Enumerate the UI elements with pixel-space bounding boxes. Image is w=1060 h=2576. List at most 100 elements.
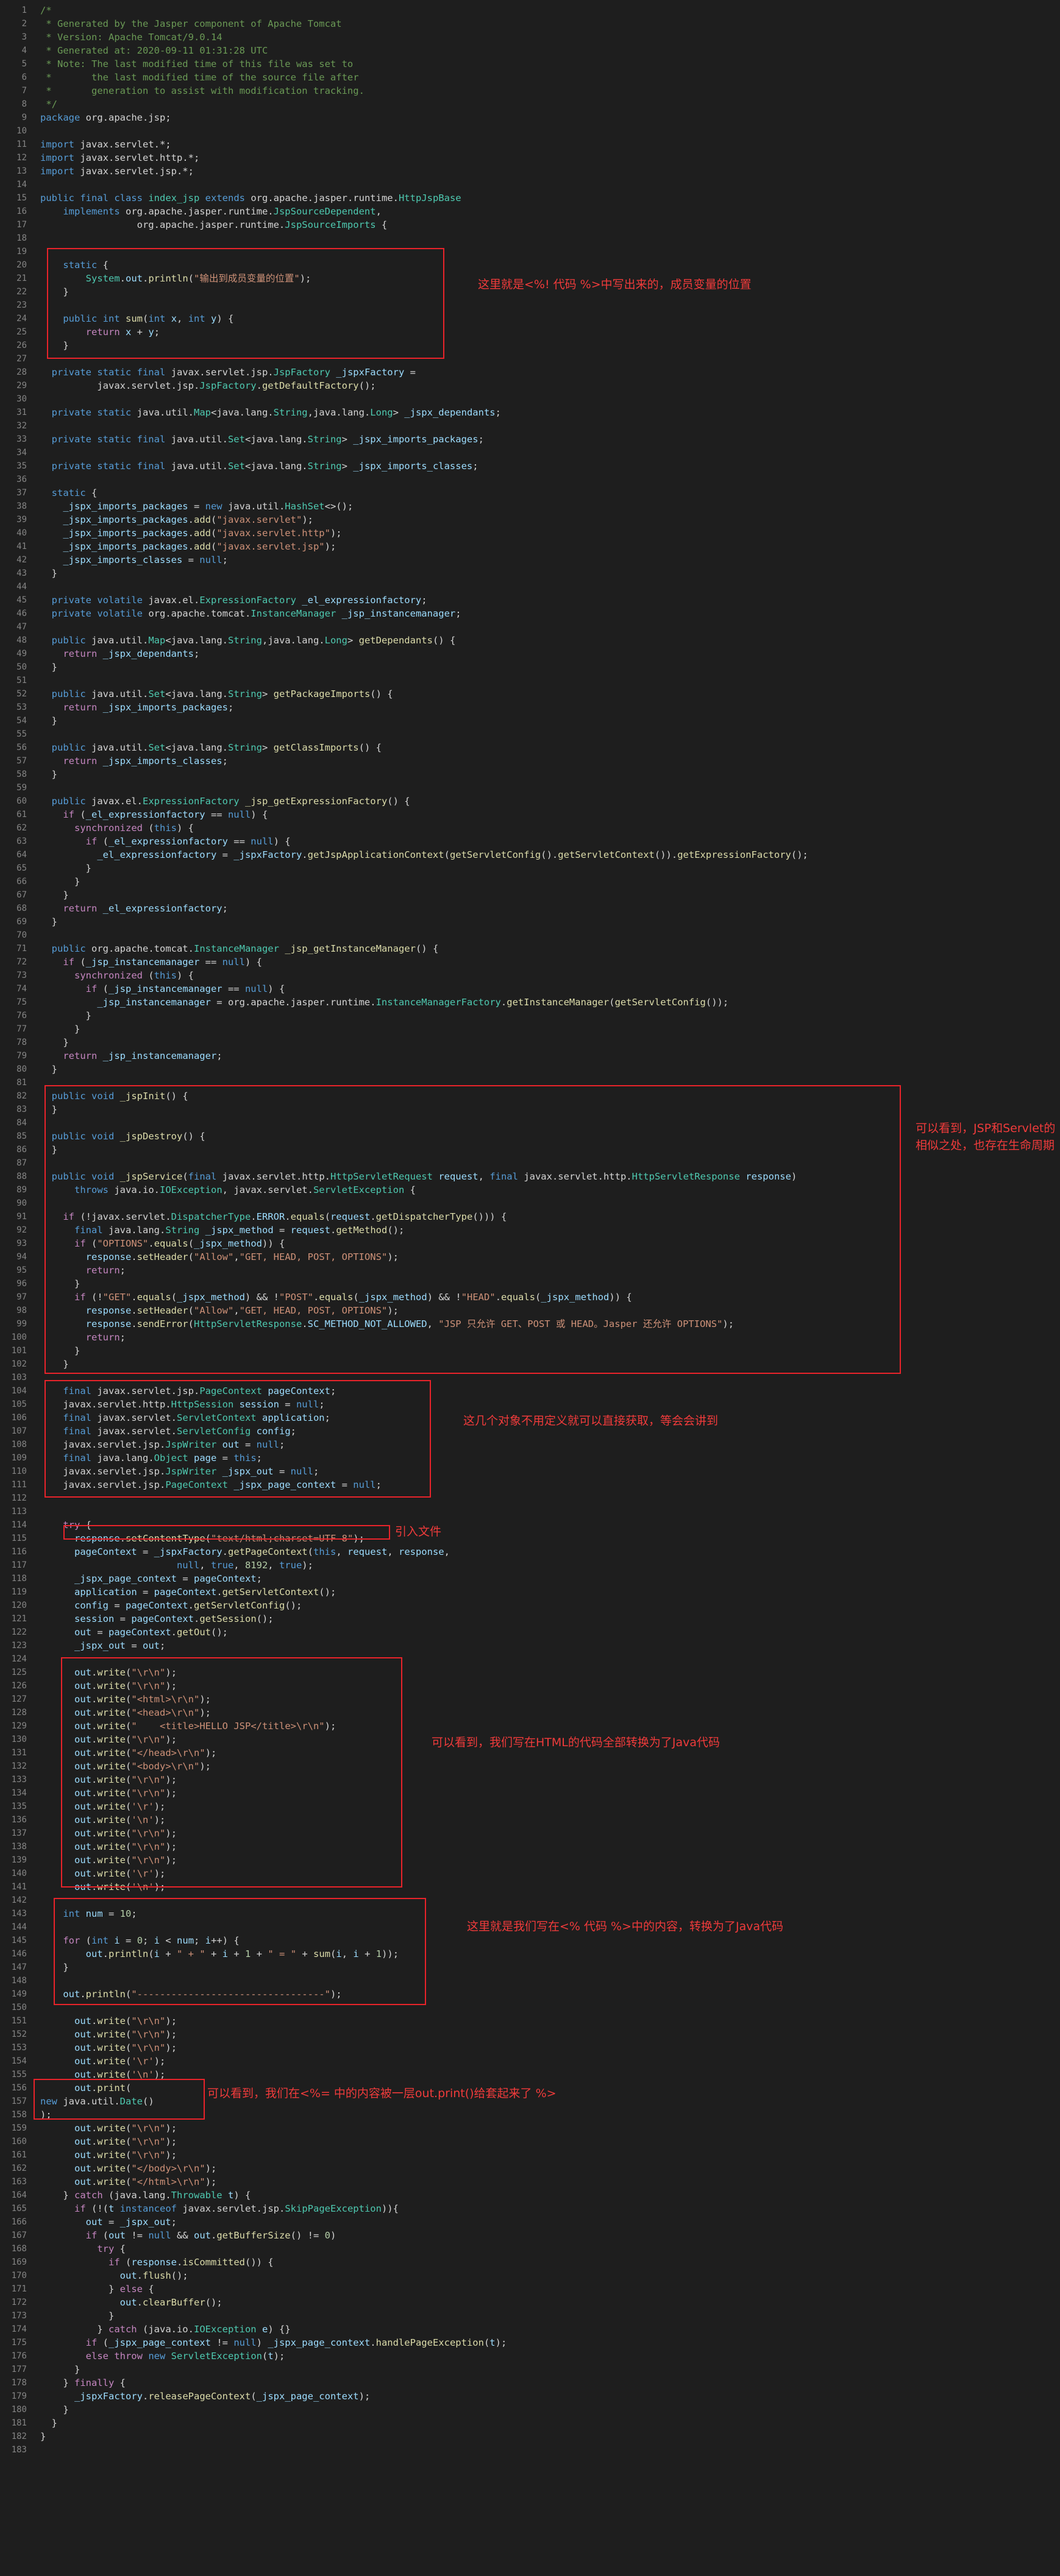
- code-line[interactable]: import javax.servlet.*;: [40, 138, 171, 151]
- code-line[interactable]: if (_jspx_page_context != null) _jspx_pa…: [40, 2336, 507, 2349]
- code-line[interactable]: return _jspx_imports_packages;: [40, 701, 233, 714]
- code-line[interactable]: }: [40, 2363, 80, 2376]
- code-line[interactable]: out.clearBuffer();: [40, 2296, 222, 2309]
- code-editor[interactable]: 1 2 3 4 5 6 7 8 9 10 11 12 13 14 15 16 17 18 19 20 21 22 23 24 2…: [0, 0, 1060, 2576]
- code-line[interactable]: */: [40, 97, 57, 111]
- code-line[interactable]: }: [40, 2309, 114, 2323]
- code-line[interactable]: }: [40, 567, 57, 580]
- code-line[interactable]: private static final java.util.Set<java.…: [40, 433, 484, 446]
- line-number: 41: [16, 542, 27, 551]
- code-line[interactable]: public java.util.Set<java.lang.String> g…: [40, 741, 382, 754]
- code-line[interactable]: pageContext = _jspxFactory.getPageContex…: [40, 1545, 450, 1559]
- code-line[interactable]: private static final java.util.Set<java.…: [40, 459, 478, 473]
- code-line[interactable]: * Version: Apache Tomcat/9.0.14: [40, 30, 222, 44]
- code-line[interactable]: out.write("\r\n");: [40, 2041, 177, 2054]
- code-line[interactable]: implements org.apache.jasper.runtime.Jsp…: [40, 205, 382, 218]
- code-line[interactable]: org.apache.jasper.runtime.JspSourceImpor…: [40, 218, 388, 232]
- code-line[interactable]: return _jsp_instancemanager;: [40, 1049, 222, 1063]
- code-line[interactable]: }: [40, 768, 57, 781]
- code-line[interactable]: out.write("\r\n");: [40, 2121, 177, 2135]
- code-line[interactable]: out.write("\r\n");: [40, 2014, 177, 2028]
- code-line[interactable]: } catch (java.io.IOException e) {}: [40, 2323, 290, 2336]
- code-line[interactable]: _jspx_imports_packages.add("javax.servle…: [40, 526, 341, 540]
- code-line[interactable]: private static java.util.Map<java.lang.S…: [40, 406, 501, 419]
- code-line[interactable]: _jspx_imports_packages.add("javax.servle…: [40, 513, 313, 526]
- code-line[interactable]: _jspx_imports_packages = new java.util.H…: [40, 500, 353, 513]
- code-line[interactable]: private volatile javax.el.ExpressionFact…: [40, 593, 427, 607]
- code-line[interactable]: } catch (java.lang.Throwable t) {: [40, 2189, 251, 2202]
- code-line[interactable]: _jspx_out = out;: [40, 1639, 165, 1652]
- code-line[interactable]: _jspxFactory.releasePageContext(_jspx_pa…: [40, 2390, 370, 2403]
- code-line[interactable]: public final class index_jsp extends org…: [40, 191, 461, 205]
- code-line[interactable]: _jspx_page_context = pageContext;: [40, 1572, 262, 1585]
- code-line[interactable]: }: [40, 1036, 68, 1049]
- code-line[interactable]: import javax.servlet.jsp.*;: [40, 165, 194, 178]
- code-line[interactable]: _el_expressionfactory = _jspxFactory.get…: [40, 848, 808, 862]
- code-line[interactable]: try {: [40, 2242, 126, 2256]
- code-line[interactable]: public org.apache.tomcat.InstanceManager…: [40, 942, 439, 955]
- code-line[interactable]: out = pageContext.getOut();: [40, 1626, 228, 1639]
- code-line[interactable]: private static final javax.servlet.jsp.J…: [40, 366, 416, 379]
- code-line[interactable]: out.write("\r\n");: [40, 2148, 177, 2162]
- code-line[interactable]: * Generated by the Jasper component of A…: [40, 17, 341, 30]
- code-line[interactable]: }: [40, 714, 57, 727]
- code-line[interactable]: }: [40, 660, 57, 674]
- code-line[interactable]: private volatile org.apache.tomcat.Insta…: [40, 607, 461, 620]
- code-line[interactable]: package org.apache.jsp;: [40, 111, 171, 124]
- code-line[interactable]: synchronized (this) {: [40, 821, 194, 835]
- code-line[interactable]: synchronized (this) {: [40, 969, 194, 982]
- code-line[interactable]: }: [40, 1009, 91, 1022]
- code-line[interactable]: if (_el_expressionfactory == null) {: [40, 835, 291, 848]
- code-line[interactable]: return _jspx_dependants;: [40, 647, 199, 660]
- code-line[interactable]: static {: [40, 486, 98, 500]
- code-line[interactable]: } else {: [40, 2282, 154, 2296]
- code-line[interactable]: public javax.el.ExpressionFactory _jsp_g…: [40, 794, 410, 808]
- code-line[interactable]: * generation to assist with modification…: [40, 84, 365, 97]
- code-line[interactable]: } finally {: [40, 2376, 126, 2390]
- code-line[interactable]: out.flush();: [40, 2269, 188, 2282]
- code-line[interactable]: out = _jspx_out;: [40, 2215, 177, 2229]
- code-line[interactable]: out.write("\r\n");: [40, 2135, 177, 2148]
- code-line[interactable]: out.write("</html>\r\n");: [40, 2175, 216, 2189]
- code-line[interactable]: }: [40, 875, 80, 888]
- code-line[interactable]: if (_el_expressionfactory == null) {: [40, 808, 268, 821]
- code-line[interactable]: * Note: The last modified time of this f…: [40, 57, 353, 71]
- code-line[interactable]: if (_jsp_instancemanager == null) {: [40, 982, 285, 996]
- code-line[interactable]: }: [40, 915, 57, 929]
- code-line[interactable]: return _el_expressionfactory;: [40, 902, 228, 915]
- code-line[interactable]: out.write("\r\n");: [40, 2028, 177, 2041]
- code-line[interactable]: out.write("</body>\r\n");: [40, 2162, 216, 2175]
- code-line[interactable]: config = pageContext.getServletConfig();: [40, 1599, 302, 1612]
- code-line[interactable]: }: [40, 2416, 57, 2430]
- code-line[interactable]: public java.util.Set<java.lang.String> g…: [40, 687, 393, 701]
- code-line[interactable]: if (!(t instanceof javax.servlet.jsp.Ski…: [40, 2202, 399, 2215]
- code-line[interactable]: import javax.servlet.http.*;: [40, 151, 199, 165]
- code-line[interactable]: _jsp_instancemanager = org.apache.jasper…: [40, 996, 728, 1009]
- code-line[interactable]: _jspx_imports_packages.add("javax.servle…: [40, 540, 336, 553]
- code-line[interactable]: * Generated at: 2020-09-11 01:31:28 UTC: [40, 44, 268, 57]
- code-line[interactable]: }: [40, 2403, 68, 2416]
- code-line[interactable]: * the last modified time of the source f…: [40, 71, 358, 84]
- code-line[interactable]: /*: [40, 4, 52, 17]
- code-line[interactable]: _jspx_imports_classes = null;: [40, 553, 228, 567]
- code-line[interactable]: }: [40, 2430, 46, 2443]
- code-token: add: [193, 528, 211, 539]
- code-token: out: [74, 2042, 91, 2053]
- code-line[interactable]: if (out != null && out.getBufferSize() !…: [40, 2229, 336, 2242]
- code-line[interactable]: }: [40, 888, 68, 902]
- code-line[interactable]: else throw new ServletException(t);: [40, 2349, 285, 2363]
- code-line[interactable]: session = pageContext.getSession();: [40, 1612, 274, 1626]
- code-line[interactable]: out.write('\r');: [40, 2054, 165, 2068]
- code-line[interactable]: if (_jsp_instancemanager == null) {: [40, 955, 262, 969]
- code-line[interactable]: public java.util.Map<java.lang.String,ja…: [40, 634, 456, 647]
- code-line[interactable]: application = pageContext.getServletCont…: [40, 1585, 336, 1599]
- code-line[interactable]: }: [40, 1063, 57, 1076]
- code-line[interactable]: if (response.isCommitted()) {: [40, 2256, 274, 2269]
- code-line[interactable]: }: [40, 1022, 80, 1036]
- code-line[interactable]: return _jspx_imports_classes;: [40, 754, 228, 768]
- code-line[interactable]: null, true, 8192, true);: [40, 1559, 313, 1572]
- code-line[interactable]: }: [40, 862, 91, 875]
- code-line[interactable]: javax.servlet.jsp.JspFactory.getDefaultF…: [40, 379, 375, 392]
